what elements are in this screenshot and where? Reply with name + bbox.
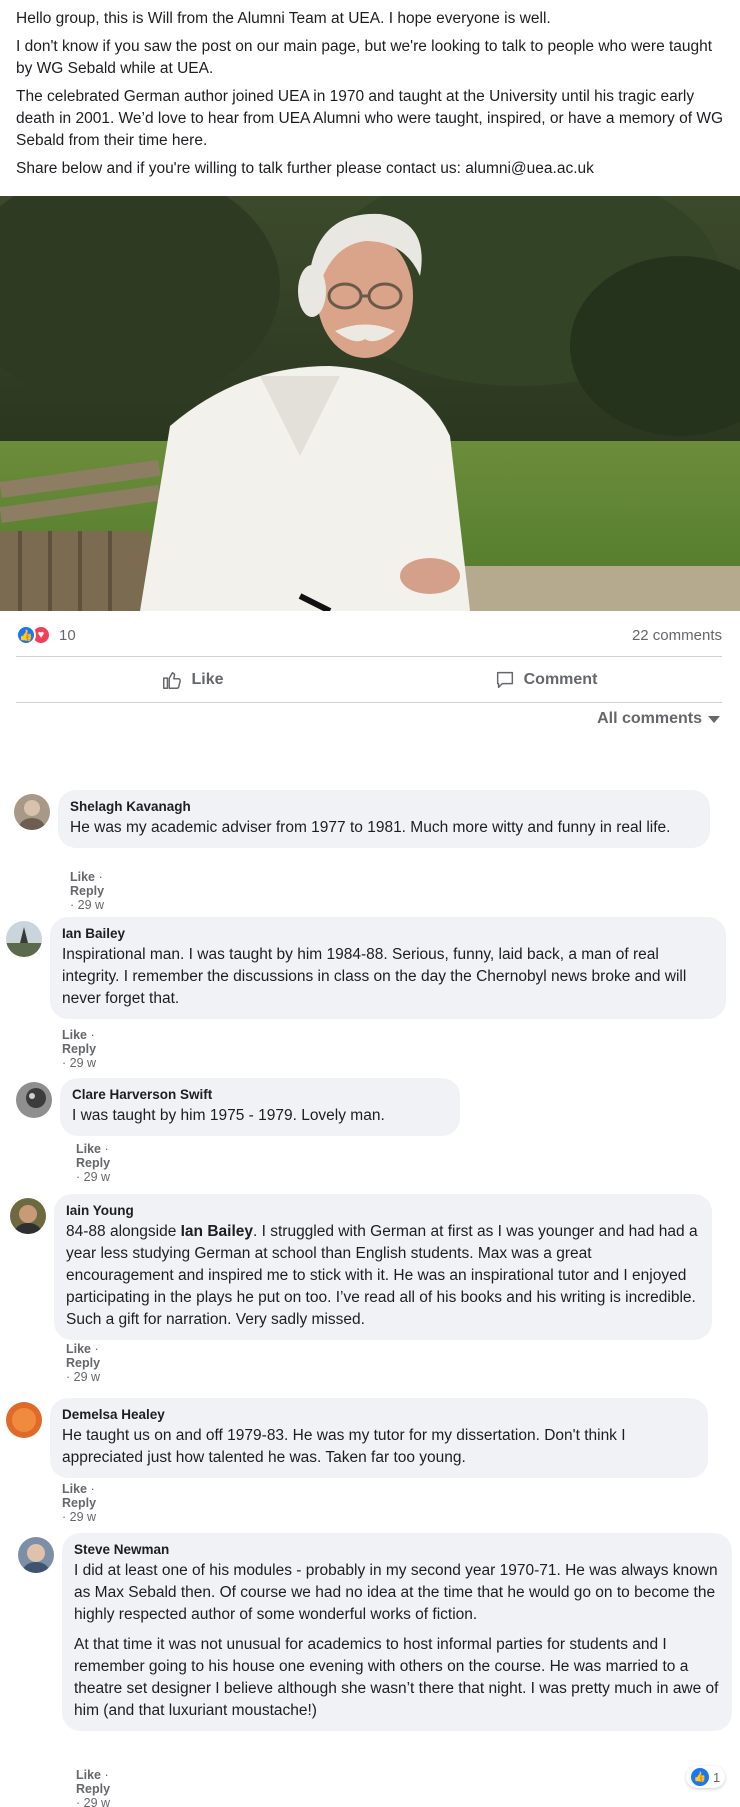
thumbs-up-icon [163,671,182,689]
comment-time[interactable]: 29 w [74,1370,100,1384]
divider [16,656,722,657]
comment-text: 84-88 alongside Ian Bailey. I struggled … [66,1221,700,1331]
like-button-label: Like [191,671,224,688]
comment-bubble: Ian Bailey Inspirational man. I was taug… [50,917,726,1019]
comment-meta: Like · Reply · 29 w [76,1142,111,1184]
comment-text: Inspirational man. I was taught by him 1… [62,946,687,1007]
post-paragraph: The celebrated German author joined UEA … [16,88,724,149]
comment-author[interactable]: Ian Bailey [62,925,714,943]
reactions-summary[interactable]: 👍 ♥ 10 [16,625,76,645]
post-actions: Like Comment [16,663,722,697]
comment-like-link[interactable]: Like [62,1482,87,1496]
comments-filter-label: All comments [597,710,702,727]
comment-author[interactable]: Iain Young [66,1202,700,1220]
comment-like-link[interactable]: Like [70,870,95,884]
comment-meta: Like · Reply · 29 w [70,870,105,912]
comment-text: I did at least one of his modules - prob… [74,1562,718,1623]
comment-text: He taught us on and off 1979-83. He was … [62,1427,626,1466]
comment-time[interactable]: 29 w [70,1510,96,1524]
comment-count[interactable]: 22 comments [632,627,722,644]
comment-bubble: Shelagh Kavanagh He was my academic advi… [58,790,710,848]
divider [16,702,722,703]
comment-reply-link[interactable]: Reply [62,1042,96,1056]
comment-bubble: Demelsa Healey He taught us on and off 1… [50,1398,708,1478]
caret-down-icon [708,715,720,723]
post-paragraph: Share below and if you're willing to tal… [16,160,594,177]
comment-reply-link[interactable]: Reply [76,1156,110,1170]
reaction-count: 10 [59,626,76,644]
avatar[interactable] [6,921,42,957]
comment-like-link[interactable]: Like [62,1028,87,1042]
comment-text-prefix: 84-88 alongside [66,1223,181,1240]
comment-like-count[interactable]: 👍 1 [686,1766,726,1788]
comment-author[interactable]: Demelsa Healey [62,1406,696,1424]
comment-like-number: 1 [713,1769,721,1785]
avatar[interactable] [18,1537,54,1573]
comment-author[interactable]: Clare Harverson Swift [72,1086,448,1104]
comment-reply-link[interactable]: Reply [62,1496,96,1510]
post-paragraph: Hello group, this is Will from the Alumn… [16,10,551,27]
avatar[interactable] [14,794,50,830]
comment-like-link[interactable]: Like [66,1342,91,1356]
avatar[interactable] [10,1198,46,1234]
comment-reply-link[interactable]: Reply [70,884,104,898]
comment-bubble: Steve Newman I did at least one of his m… [62,1533,732,1731]
comment-bubble: Clare Harverson Swift I was taught by hi… [60,1078,460,1136]
avatar[interactable] [16,1082,52,1118]
post-photo[interactable] [0,196,740,611]
comment-reply-link[interactable]: Reply [66,1356,100,1370]
like-reaction-icon: 👍 [16,625,36,645]
like-reaction-icon: 👍 [691,1768,709,1786]
comment-meta: Like · Reply · 29 w [62,1028,97,1070]
post-text: Hello group, this is Will from the Alumn… [16,8,728,186]
comment-bubble: Iain Young 84-88 alongside Ian Bailey. I… [54,1194,712,1340]
comment-text: I was taught by him 1975 - 1979. Lovely … [72,1107,385,1124]
comment-time[interactable]: 29 w [84,1170,110,1184]
comment-meta: Like · Reply · 29 w [66,1342,101,1384]
comment-button-label: Comment [523,671,598,688]
comment-reply-link[interactable]: Reply [76,1782,110,1796]
like-button[interactable]: Like [16,663,369,697]
comment-like-link[interactable]: Like [76,1768,101,1782]
comment-time[interactable]: 29 w [70,1056,96,1070]
post-paragraph: I don't know if you saw the post on our … [16,38,713,77]
comment-meta: Like · Reply · 29 w [76,1768,110,1807]
avatar[interactable] [6,1402,42,1438]
comment-like-link[interactable]: Like [76,1142,101,1156]
comment-author[interactable]: Shelagh Kavanagh [70,798,698,816]
comment-time[interactable]: 29 w [84,1796,110,1807]
comment-button[interactable]: Comment [369,663,722,697]
comment-text: At that time it was not unusual for acad… [74,1636,719,1719]
comment-author[interactable]: Steve Newman [74,1541,720,1559]
comment-time[interactable]: 29 w [78,898,104,912]
post-stats: 👍 ♥ 10 22 comments [16,620,722,650]
comments-filter-dropdown[interactable]: All comments [597,710,720,728]
comment-meta: Like · Reply · 29 w [62,1482,97,1524]
comment-icon [496,671,513,689]
mention-link[interactable]: Ian Bailey [181,1223,253,1240]
comment-text: He was my academic adviser from 1977 to … [70,819,671,836]
